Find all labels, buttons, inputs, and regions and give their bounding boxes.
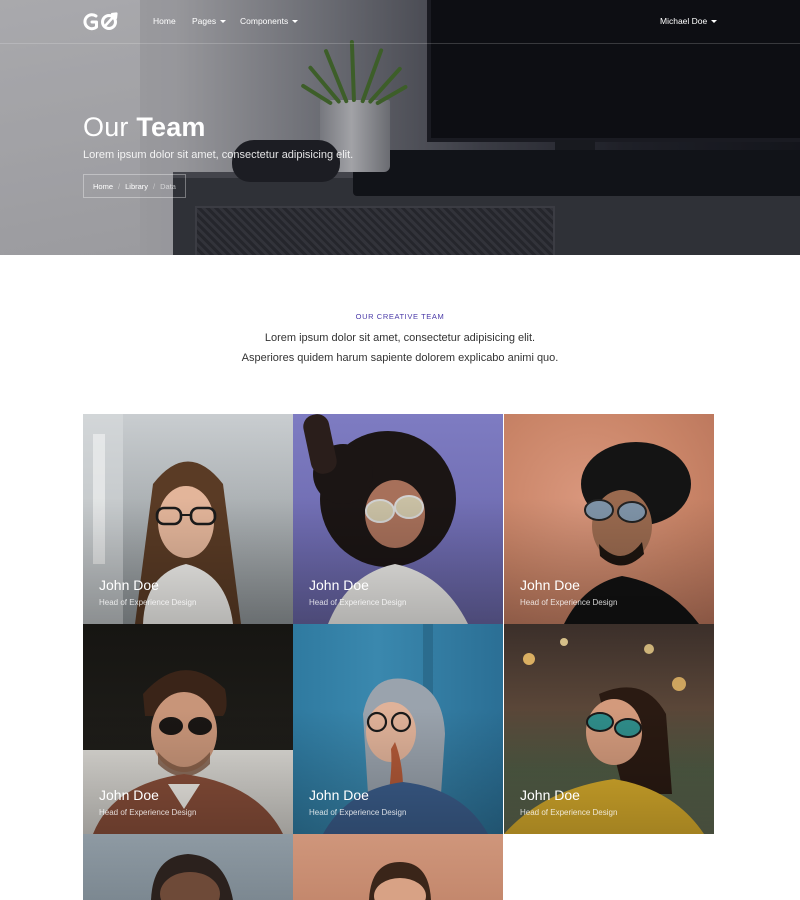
breadcrumb-library[interactable]: Library (125, 182, 148, 191)
section-eyebrow: OUR CREATIVE TEAM (355, 312, 445, 321)
nav-divider (0, 43, 800, 44)
breadcrumb-separator: / (153, 181, 156, 191)
user-name: Michael Doe (660, 16, 708, 26)
team-card[interactable]: John Doe Head of Experience Design (83, 414, 293, 624)
top-navbar: Home Pages Components Michael Doe (0, 0, 800, 43)
page-title: Our Team (83, 112, 206, 143)
team-photo-portrait (369, 862, 431, 900)
nav-link-label: Pages (192, 16, 217, 26)
breadcrumb-current: Data (160, 181, 176, 191)
breadcrumb-separator: / (118, 181, 121, 191)
nav-link-home[interactable]: Home (153, 16, 176, 26)
user-menu[interactable]: Michael Doe (660, 16, 718, 26)
brand-logo[interactable] (83, 8, 123, 36)
section-intro: Lorem ipsum dolor sit amet, consectetur … (241, 332, 559, 364)
nav-link-pages[interactable]: Pages (192, 16, 227, 26)
team-photo-portrait (151, 854, 233, 900)
team-member-role: Head of Experience Design (309, 598, 407, 607)
page-title-light: Our (83, 112, 129, 142)
caret-down-icon (292, 20, 299, 24)
team-card[interactable]: John Doe Head of Experience Design (83, 624, 293, 834)
team-card[interactable]: John Doe Head of Experience Design (293, 624, 503, 834)
team-card[interactable]: John Doe Head of Experience Design (504, 414, 714, 624)
team-member-name: John Doe (309, 577, 369, 593)
nav-link-label: Home (153, 16, 176, 26)
nav-link-label: Components (240, 16, 289, 26)
breadcrumb-home[interactable]: Home (93, 182, 113, 191)
caret-down-icon (220, 20, 227, 24)
team-card[interactable]: John Doe Head of Experience Design (504, 624, 714, 834)
team-member-role: Head of Experience Design (309, 808, 407, 817)
team-card[interactable] (83, 834, 293, 900)
page-title-bold: Team (136, 112, 206, 142)
team-member-role: Head of Experience Design (520, 808, 618, 817)
logo-mark-icon (83, 12, 118, 31)
team-member-role: Head of Experience Design (99, 808, 197, 817)
team-member-name: John Doe (99, 577, 159, 593)
page-subtitle: Lorem ipsum dolor sit amet, consectetur … (83, 149, 354, 161)
breadcrumb: Home / Library / Data (83, 174, 186, 198)
team-card[interactable]: John Doe Head of Experience Design (293, 414, 503, 624)
team-member-role: Head of Experience Design (99, 598, 197, 607)
caret-down-icon (711, 20, 718, 24)
team-member-name: John Doe (309, 787, 369, 803)
nav-link-components[interactable]: Components (240, 16, 299, 26)
team-member-name: John Doe (520, 787, 580, 803)
team-member-role: Head of Experience Design (520, 598, 618, 607)
team-member-name: John Doe (520, 577, 580, 593)
team-member-name: John Doe (99, 787, 159, 803)
team-card[interactable] (293, 834, 503, 900)
